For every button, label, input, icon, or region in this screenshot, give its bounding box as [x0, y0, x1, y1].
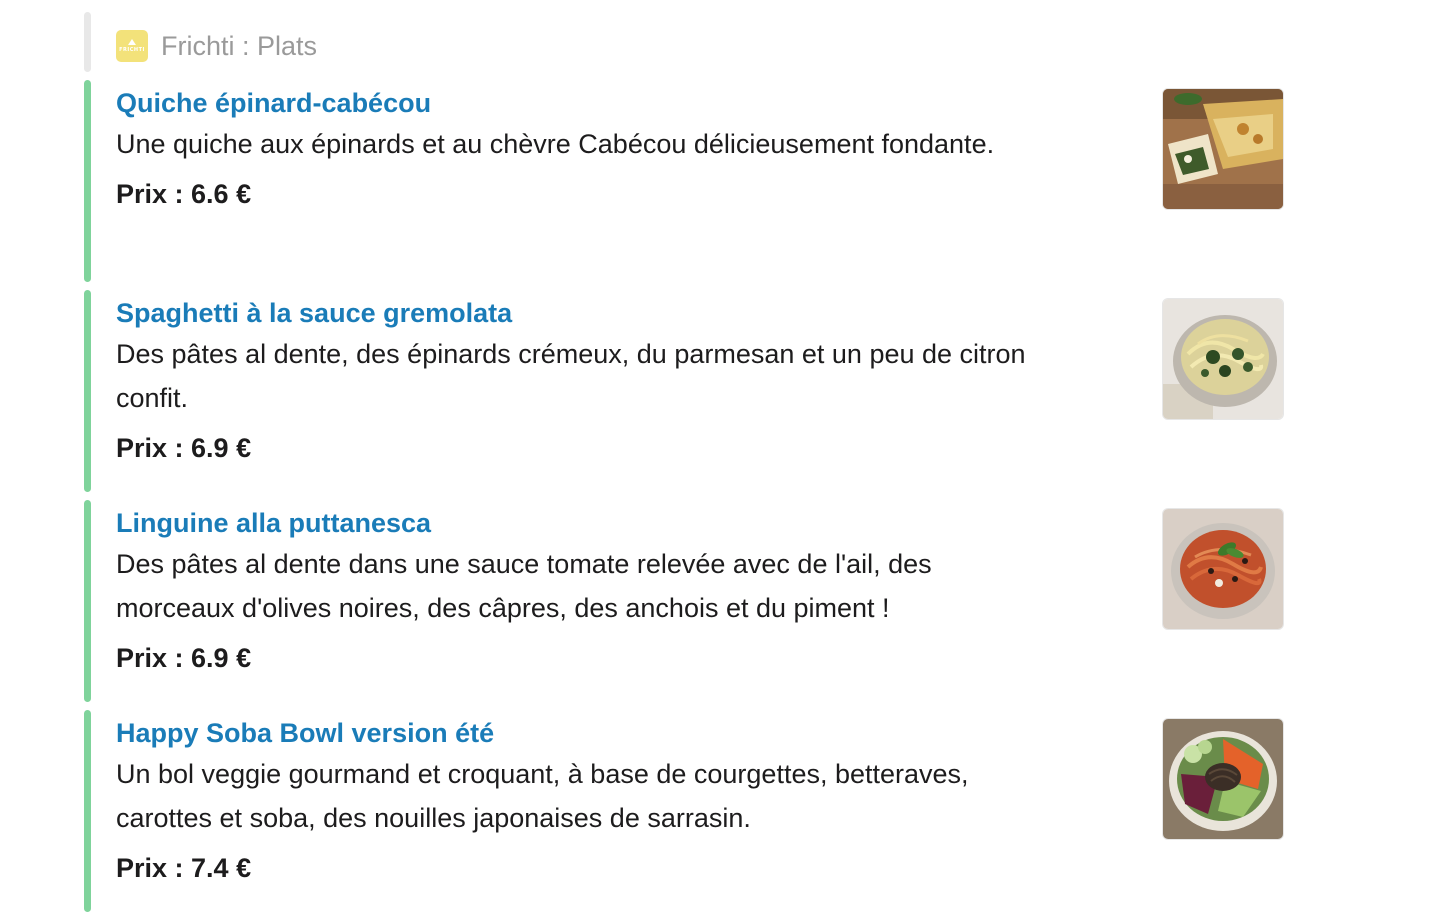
linguine-puttanesca-photo[interactable] — [1162, 508, 1284, 630]
accent-bar — [84, 80, 91, 282]
dish-card: Spaghetti à la sauce gremolata Des pâtes… — [84, 290, 1294, 492]
dish-description: Une quiche aux épinards et au chèvre Cab… — [116, 129, 995, 159]
dish-description: Un bol veggie gourmand et croquant, à ba… — [116, 759, 969, 833]
dish-title-link[interactable]: Linguine alla puttanesca — [116, 500, 1294, 540]
dish-description: Des pâtes al dente, des épinards crémeux… — [116, 339, 1026, 413]
quiche-photo[interactable] — [1162, 88, 1284, 210]
dish-price: Prix : 7.4 € — [116, 853, 252, 883]
dish-card: Quiche épinard-cabécou Une quiche aux ép… — [84, 80, 1294, 282]
dish-title-link[interactable]: Happy Soba Bowl version été — [116, 710, 1294, 750]
spaghetti-gremolata-photo[interactable] — [1162, 298, 1284, 420]
dish-price: Prix : 6.9 € — [116, 643, 252, 673]
accent-bar — [84, 500, 91, 702]
dish-price: Prix : 6.6 € — [116, 179, 252, 209]
frichti-logo: FRICHTI — [116, 30, 148, 62]
accent-bar — [84, 710, 91, 912]
dish-description: Des pâtes al dente dans une sauce tomate… — [116, 549, 932, 623]
dish-title-link[interactable]: Quiche épinard-cabécou — [116, 80, 1294, 120]
dish-card: Linguine alla puttanesca Des pâtes al de… — [84, 500, 1294, 702]
dish-card: Happy Soba Bowl version été Un bol veggi… — [84, 710, 1294, 912]
attachment-header: FRICHTI Frichti : Plats — [84, 12, 317, 72]
app-title: Frichti : Plats — [161, 30, 318, 61]
header-bar — [84, 12, 91, 72]
accent-bar — [84, 290, 91, 492]
dish-title-link[interactable]: Spaghetti à la sauce gremolata — [116, 290, 1294, 330]
soba-bowl-photo[interactable] — [1162, 718, 1284, 840]
dish-price: Prix : 6.9 € — [116, 433, 252, 463]
